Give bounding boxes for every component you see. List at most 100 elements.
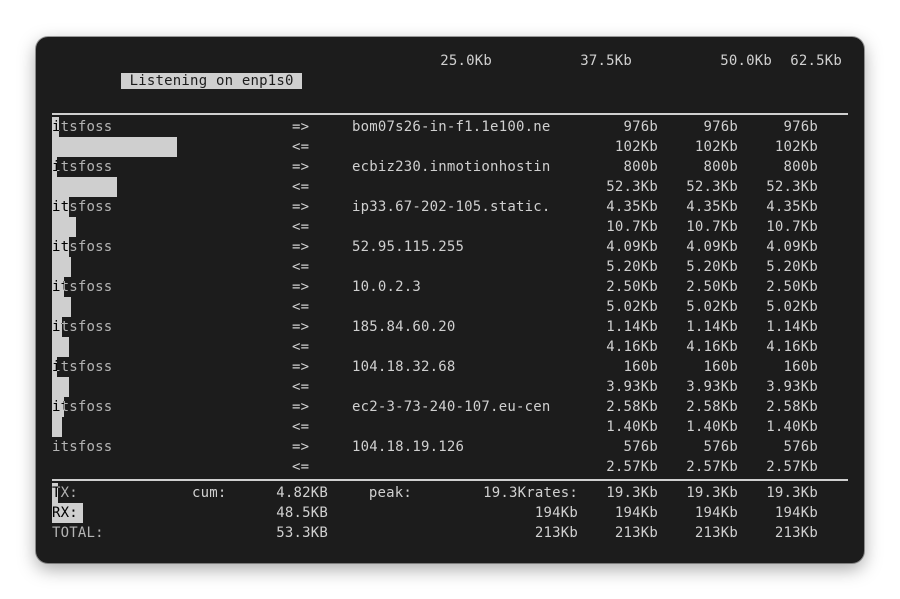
source-host: itsfoss <box>52 397 292 417</box>
scale-header: Listening on enp1s0 25.0Kb 37.5Kb 50.0Kb… <box>52 51 848 111</box>
arrow-in-icon: <= <box>292 257 352 277</box>
rate: 4.35Kb <box>582 197 662 217</box>
rx-label: RX: <box>52 503 192 523</box>
arrow-in-icon: <= <box>292 137 352 157</box>
listening-label: Listening on enp1s0 <box>52 51 292 111</box>
dest-host: 52.95.115.255 <box>352 237 582 257</box>
rate: 1.14Kb <box>662 317 742 337</box>
tx-rate: 19.3Kb <box>582 483 662 503</box>
rate: 2.58Kb <box>742 397 822 417</box>
scale-tick: 37.5Kb <box>502 51 642 111</box>
connection-row: itsfoss=>ecbiz230.inmotionhostin800b800b… <box>52 157 848 177</box>
rate: 2.50Kb <box>662 277 742 297</box>
connection-row: itsfoss=>ec2-3-73-240-107.eu-cen 2.58Kb2.… <box>52 397 848 417</box>
divider <box>52 479 848 481</box>
rate: 10.7Kb <box>662 217 742 237</box>
connection-row: itsfoss=>52.95.115.2554.09Kb4.09Kb4.09Kb <box>52 237 848 257</box>
connection-row: itsfoss=>ip33.67-202-105.static.4.35Kb4.… <box>52 197 848 217</box>
connection-row: <=5.02Kb5.02Kb5.02Kb <box>52 297 848 317</box>
source-host: itsfoss <box>52 317 292 337</box>
rate: 3.93Kb <box>662 377 742 397</box>
rate: 3.93Kb <box>742 377 822 397</box>
total-rate: 213Kb <box>742 523 822 543</box>
scale-tick: 50.0Kb <box>642 51 782 111</box>
tx-rate: 19.3Kb <box>662 483 742 503</box>
connection-row: <=4.16Kb4.16Kb4.16Kb <box>52 337 848 357</box>
rate: 2.58Kb <box>662 397 742 417</box>
arrow-out-icon: => <box>292 357 352 377</box>
arrow-out-icon: => <box>292 437 352 457</box>
source-host: itsfoss <box>52 437 292 457</box>
rate: 576b <box>582 437 662 457</box>
rate: 5.20Kb <box>742 257 822 277</box>
rate: 102Kb <box>582 137 662 157</box>
arrow-out-icon: => <box>292 317 352 337</box>
tx-label: TX: <box>52 483 192 503</box>
dest-host: ecbiz230.inmotionhostin <box>352 157 582 177</box>
arrow-out-icon: => <box>292 117 352 137</box>
rate: 1.40Kb <box>742 417 822 437</box>
rx-cum: 48.5KB <box>252 503 332 523</box>
rate: 4.16Kb <box>582 337 662 357</box>
dest-host: bom07s26-in-f1.1e100.ne <box>352 117 582 137</box>
rate: 4.09Kb <box>582 237 662 257</box>
total-label: TOTAL: <box>52 523 192 543</box>
rx-rate: 194Kb <box>582 503 662 523</box>
peak-label: peak: <box>332 483 412 503</box>
connection-row: itsfoss=>bom07s26-in-f1.1e100.ne976b976b… <box>52 117 848 137</box>
connection-row: itsfoss=>10.0.2.32.50Kb2.50Kb2.50Kb <box>52 277 848 297</box>
arrow-in-icon: <= <box>292 217 352 237</box>
connection-row: <=3.93Kb3.93Kb3.93Kb <box>52 377 848 397</box>
arrow-in-icon: <= <box>292 377 352 397</box>
rate: 5.20Kb <box>582 257 662 277</box>
rate: 52.3Kb <box>582 177 662 197</box>
dest-host: 185.84.60.20 <box>352 317 582 337</box>
connection-row: <=5.20Kb5.20Kb5.20Kb <box>52 257 848 277</box>
connection-row: <=52.3Kb52.3Kb52.3Kb <box>52 177 848 197</box>
rate: 800b <box>582 157 662 177</box>
rate: 102Kb <box>742 137 822 157</box>
rate: 160b <box>742 357 822 377</box>
tx-rate: 19.3Kb <box>742 483 822 503</box>
connections-list: itsfoss=>bom07s26-in-f1.1e100.ne976b976b… <box>52 117 848 477</box>
arrow-out-icon: => <box>292 397 352 417</box>
arrow-out-icon: => <box>292 197 352 217</box>
arrow-in-icon: <= <box>292 297 352 317</box>
rate: 52.3Kb <box>662 177 742 197</box>
rate: 576b <box>662 437 742 457</box>
rate: 2.57Kb <box>742 457 822 477</box>
dest-host: 10.0.2.3 <box>352 277 582 297</box>
total-rate: 213Kb <box>582 523 662 543</box>
arrow-in-icon: <= <box>292 177 352 197</box>
rate: 976b <box>662 117 742 137</box>
connection-row: <=102Kb102Kb102Kb <box>52 137 848 157</box>
rate: 5.02Kb <box>582 297 662 317</box>
rate: 576b <box>742 437 822 457</box>
rate: 4.16Kb <box>742 337 822 357</box>
scale-tick: 25.0Kb <box>352 51 502 111</box>
arrow-out-icon: => <box>292 157 352 177</box>
source-host: itsfoss <box>52 357 292 377</box>
rx-peak: 194Kb <box>412 503 582 523</box>
total-cum: 53.3KB <box>252 523 332 543</box>
rate: 2.50Kb <box>742 277 822 297</box>
cum-label: cum: <box>192 483 252 503</box>
rate: 1.40Kb <box>662 417 742 437</box>
rate: 10.7Kb <box>742 217 822 237</box>
connection-row: <=1.40Kb1.40Kb1.40Kb <box>52 417 848 437</box>
totals-panel: TX: cum: 4.82KB peak: 19.3Krates: 19.3Kb… <box>52 483 848 543</box>
rate: 160b <box>582 357 662 377</box>
source-host: itsfoss <box>52 237 292 257</box>
dest-host: ec2-3-73-240-107.eu-cen <box>352 397 582 417</box>
dest-host: 104.18.32.68 <box>352 357 582 377</box>
rate: 1.14Kb <box>582 317 662 337</box>
rate: 160b <box>662 357 742 377</box>
arrow-out-icon: => <box>292 277 352 297</box>
source-host: itsfoss <box>52 277 292 297</box>
rate: 102Kb <box>662 137 742 157</box>
rate: 10.7Kb <box>582 217 662 237</box>
tx-cum: 4.82KB <box>252 483 332 503</box>
total-peak: 213Kb <box>412 523 582 543</box>
rate: 800b <box>662 157 742 177</box>
source-host: itsfoss <box>52 157 292 177</box>
